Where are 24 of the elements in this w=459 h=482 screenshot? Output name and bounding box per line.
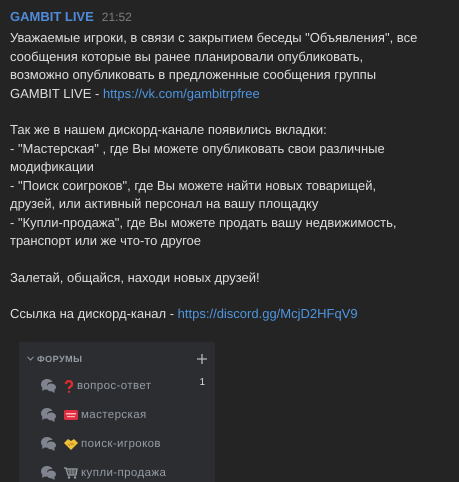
forum-icon	[41, 408, 56, 422]
chevron-icon[interactable]	[27, 356, 34, 361]
forum-icon	[41, 466, 56, 480]
forum-icon	[41, 379, 56, 393]
message-paragraph: Ссылка на дискорд-канал - https://discord.gg/McjD2HFqV9	[10, 305, 359, 323]
pager-icon	[64, 410, 78, 420]
message-paragraph: Залетай, общайся, находи новых друзей!	[10, 268, 261, 287]
add-icon[interactable]	[197, 354, 207, 364]
unread-count: 1	[199, 376, 205, 388]
handshake-icon	[64, 438, 78, 450]
timestamp: 21:52	[102, 10, 132, 24]
message-paragraph: Уважаемые игроки, в связи с закрытием беседы "Объявления", все сообщения которые вы ранее планировали опубликовать, возможно опубликовать в предложенные сообщения группы GAMBIT LIVE - https://vk.com/gambitrpfree	[10, 29, 418, 103]
question-mark-icon	[64, 380, 74, 392]
message-link[interactable]: https://discord.gg/McjD2HFqV9	[178, 306, 358, 321]
forum-icon	[41, 437, 56, 451]
message-paragraph: Так же в нашем дискорд-канале появились вкладки: - "Мастерская" , где Вы можете опубликовать свои различные модификации - "Поиск соигроков", где Вы можете найти новых товарищей, друзей, или активный персонал на вашу площадку - "Купли-продажа", где Вы можете продать вашу недвижимость, транспорт или же что-то другое	[10, 121, 398, 250]
channel-name[interactable]: мастерская	[81, 409, 207, 421]
author-name[interactable]: GAMBIT LIVE	[10, 9, 94, 24]
category-title[interactable]: ФОРУМЫ	[37, 354, 197, 364]
channel-name[interactable]: поиск-игроков	[81, 438, 207, 450]
shopping-cart-icon	[64, 467, 78, 479]
message-link[interactable]: https://vk.com/gambitrpfree	[102, 86, 260, 100]
channel-name[interactable]: вопрос-ответ	[77, 380, 200, 392]
channel-name[interactable]: купли-продажа	[81, 467, 207, 479]
